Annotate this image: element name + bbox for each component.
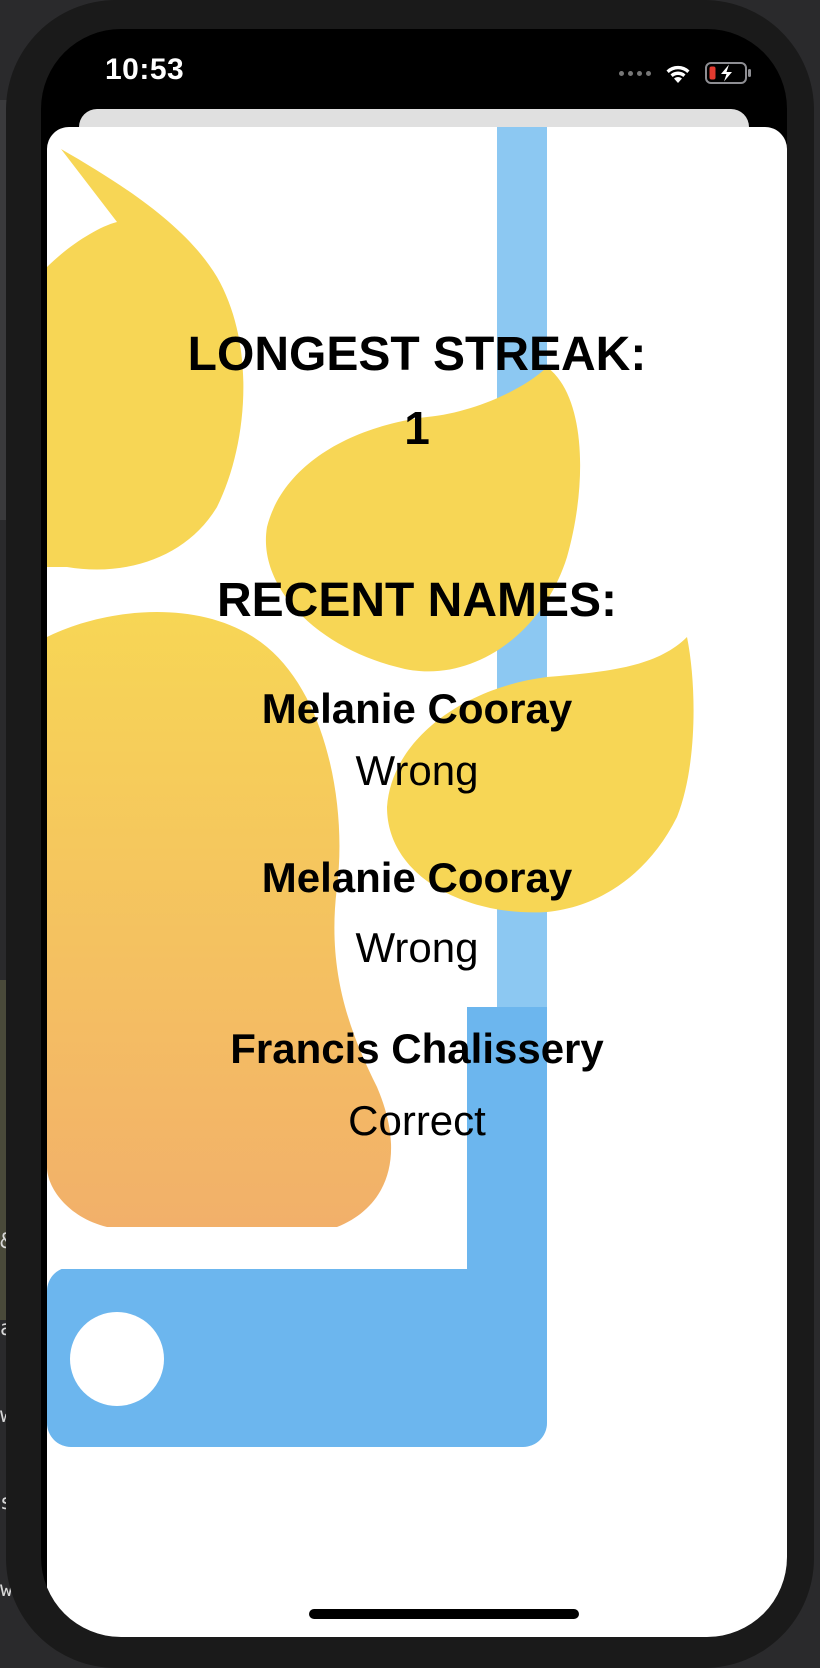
status-icons [619,59,753,87]
notch [229,29,602,85]
recent-names-label: RECENT NAMES: [216,574,617,627]
longest-streak-value: 1 [404,402,430,454]
recent-result: Correct [348,1097,486,1144]
home-indicator[interactable] [309,1609,579,1619]
recent-name: Francis Chalissery [230,1025,604,1072]
recent-result: Wrong [355,924,479,971]
phone-frame: 10:53 LONGEST STREAK: 1 RECENT NAMES: Me… [6,0,814,1668]
stats-content: LONGEST STREAK: 1 RECENT NAMES: Melanie … [47,127,787,1637]
recent-result: Wrong [355,747,479,794]
cellular-dots-icon [619,70,651,76]
wifi-icon [666,65,690,83]
recent-name: Melanie Cooray [261,685,573,732]
phone-screen: 10:53 LONGEST STREAK: 1 RECENT NAMES: Me… [41,29,787,1637]
stats-sheet: LONGEST STREAK: 1 RECENT NAMES: Melanie … [47,127,787,1637]
longest-streak-label: LONGEST STREAK: [187,328,647,381]
recent-name: Melanie Cooray [261,854,573,901]
status-time: 10:53 [105,53,185,86]
battery-charging-icon [705,62,751,84]
